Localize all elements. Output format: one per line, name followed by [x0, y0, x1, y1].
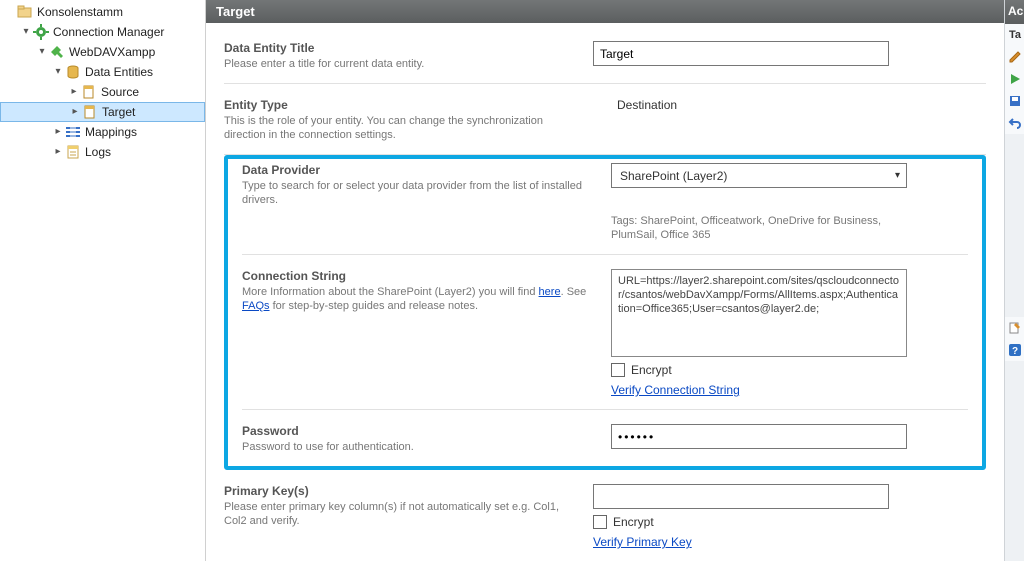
- password-label: Password: [242, 424, 595, 438]
- tree-item-console-root[interactable]: ▾ Konsolenstamm: [0, 2, 205, 22]
- connection-string-input[interactable]: URL=https://layer2.sharepoint.com/sites/…: [611, 269, 907, 357]
- log-icon: [65, 144, 81, 160]
- connection-string-desc: More Information about the SharePoint (L…: [242, 285, 595, 313]
- verify-connection-link[interactable]: Verify Connection String: [611, 383, 968, 397]
- data-provider-selected: SharePoint (Layer2): [620, 169, 727, 183]
- tree-label: Data Entities: [85, 65, 153, 79]
- expander-closed[interactable]: ▸: [68, 86, 80, 98]
- entity-title-input[interactable]: [593, 41, 889, 66]
- connector-icon: [49, 44, 65, 60]
- table-icon: [81, 84, 97, 100]
- expander-open[interactable]: ▾: [36, 46, 48, 58]
- database-icon: [65, 64, 81, 80]
- tree-item-target[interactable]: ▸ Target: [0, 102, 205, 122]
- encrypt-primary-key-label: Encrypt: [613, 515, 654, 529]
- entity-type-desc: This is the role of your entity. You can…: [224, 114, 577, 142]
- tree-item-mappings[interactable]: ▸ Mappings: [0, 122, 205, 142]
- tree-item-connection-manager[interactable]: ▾ Connection Manager: [0, 22, 205, 42]
- section-data-provider: Data Provider Type to search for or sele…: [242, 159, 968, 255]
- tree-label: Logs: [85, 145, 111, 159]
- encrypt-primary-key-checkbox[interactable]: [593, 515, 607, 529]
- gear-icon: [33, 24, 49, 40]
- expander-closed[interactable]: ▸: [52, 146, 64, 158]
- panel-tab-button[interactable]: Ta: [1005, 24, 1024, 46]
- navigation-tree[interactable]: ▾ Konsolenstamm ▾ Connection Manager ▾ W…: [0, 0, 206, 561]
- expander-open[interactable]: ▾: [20, 26, 32, 38]
- primary-key-input[interactable]: [593, 484, 889, 509]
- password-desc: Password to use for authentication.: [242, 440, 595, 454]
- chevron-down-icon: ▾: [895, 170, 900, 181]
- expander-none: ▾: [4, 6, 16, 18]
- tree-item-logs[interactable]: ▸ Logs: [0, 142, 205, 162]
- actions-panel-collapsed[interactable]: Ac Ta ?: [1004, 0, 1024, 561]
- toolbar-edit-icon[interactable]: [1005, 317, 1024, 339]
- data-provider-tags: Tags: SharePoint, Officeatwork, OneDrive…: [611, 214, 907, 242]
- tree-label: Konsolenstamm: [37, 5, 123, 19]
- folder-icon: [17, 4, 33, 20]
- tree-label: Source: [101, 85, 139, 99]
- detail-panel: Target Data Entity Title Please enter a …: [206, 0, 1004, 561]
- toolbar-run-icon[interactable]: [1005, 68, 1024, 90]
- data-provider-desc: Type to search for or select your data p…: [242, 179, 595, 207]
- password-input[interactable]: [611, 424, 907, 449]
- panel-title: Target: [206, 0, 1004, 23]
- table-icon: [82, 104, 98, 120]
- entity-type-value: Destination: [617, 98, 986, 112]
- section-primary-key: Primary Key(s) Please enter primary key …: [224, 470, 986, 561]
- highlighted-group: Data Provider Type to search for or sele…: [224, 155, 986, 470]
- data-provider-label: Data Provider: [242, 163, 595, 177]
- toolbar-save-icon[interactable]: [1005, 90, 1024, 112]
- primary-key-desc: Please enter primary key column(s) if no…: [224, 500, 577, 528]
- encrypt-connection-checkbox[interactable]: [611, 363, 625, 377]
- tree-item-source[interactable]: ▸ Source: [0, 82, 205, 102]
- actions-panel-label: Ac: [1005, 0, 1024, 24]
- encrypt-connection-label: Encrypt: [631, 363, 672, 377]
- section-entity-type: Entity Type This is the role of your ent…: [224, 84, 986, 155]
- svg-text:?: ?: [1012, 346, 1018, 357]
- expander-closed[interactable]: ▸: [52, 126, 64, 138]
- section-password: Password Password to use for authenticat…: [242, 410, 968, 466]
- expander-closed[interactable]: ▸: [69, 106, 81, 118]
- toolbar-undo-icon[interactable]: [1005, 112, 1024, 134]
- toolbar-help-icon[interactable]: ?: [1005, 339, 1024, 361]
- connection-string-help-here-link[interactable]: here: [539, 286, 561, 298]
- tree-item-data-entities[interactable]: ▾ Data Entities: [0, 62, 205, 82]
- tree-label: Mappings: [85, 125, 137, 139]
- section-connection-string: Connection String More Information about…: [242, 255, 968, 410]
- connection-string-help-faq-link[interactable]: FAQs: [242, 300, 270, 312]
- primary-key-label: Primary Key(s): [224, 484, 577, 498]
- entity-title-label: Data Entity Title: [224, 41, 577, 55]
- connection-string-label: Connection String: [242, 269, 595, 283]
- tab-label: Ta: [1009, 29, 1021, 41]
- mapping-icon: [65, 124, 81, 140]
- tree-label: Target: [102, 105, 135, 119]
- expander-open[interactable]: ▾: [52, 66, 64, 78]
- entity-type-label: Entity Type: [224, 98, 577, 112]
- tree-label: Connection Manager: [53, 25, 164, 39]
- toolbar-write-icon[interactable]: [1005, 46, 1024, 68]
- verify-primary-key-link[interactable]: Verify Primary Key: [593, 535, 986, 549]
- section-entity-title: Data Entity Title Please enter a title f…: [224, 37, 986, 84]
- tree-label: WebDAVXampp: [69, 45, 155, 59]
- entity-title-desc: Please enter a title for current data en…: [224, 57, 577, 71]
- data-provider-combobox[interactable]: SharePoint (Layer2) ▾: [611, 163, 907, 188]
- tree-item-project[interactable]: ▾ WebDAVXampp: [0, 42, 205, 62]
